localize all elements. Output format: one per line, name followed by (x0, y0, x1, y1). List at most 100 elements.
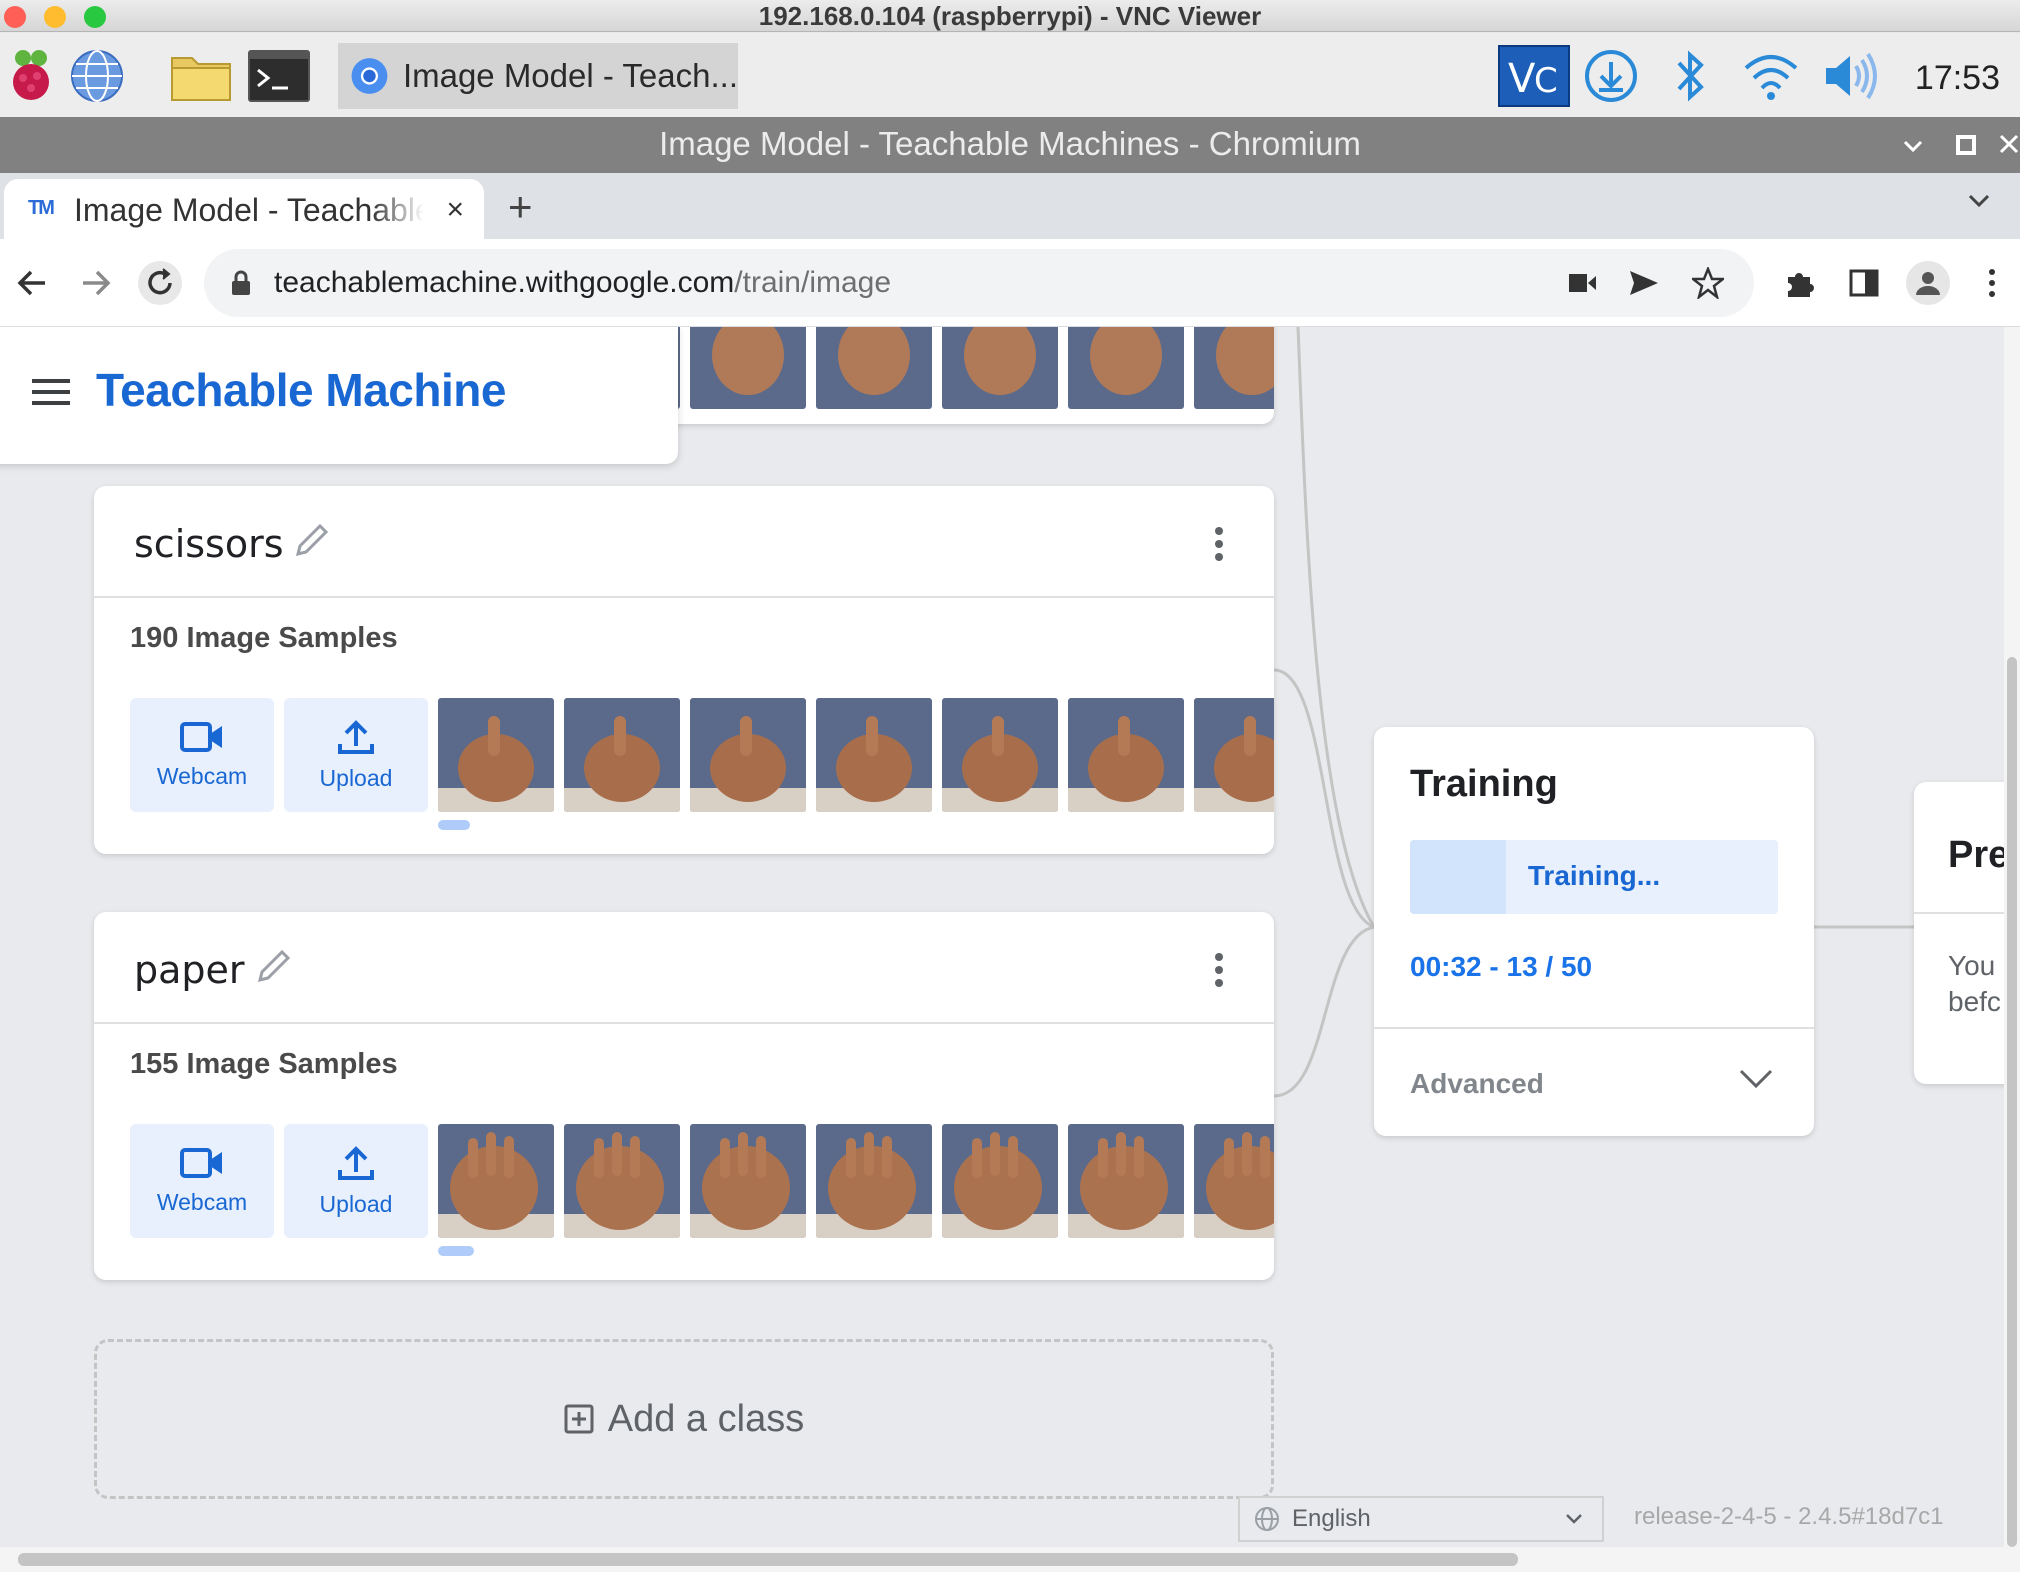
tab-close-icon[interactable]: × (446, 193, 464, 227)
language-select[interactable]: English (1238, 1496, 1604, 1542)
sample-thumbnail[interactable] (1194, 1124, 1274, 1238)
sample-thumbnail[interactable] (690, 327, 806, 409)
tab-teachable-machine[interactable]: TM Image Model - Teachable Machines × (4, 179, 484, 241)
svg-text:C: C (1534, 61, 1558, 100)
sample-thumbnail[interactable] (438, 1124, 554, 1238)
upload-button[interactable]: Upload (284, 698, 428, 812)
edit-pencil-icon[interactable] (254, 946, 294, 986)
upload-button[interactable]: Upload (284, 1124, 428, 1238)
sample-thumbnail[interactable] (690, 1124, 806, 1238)
sample-thumbnails (438, 1124, 1274, 1238)
url-text: teachablemachine.withgoogle.com/train/im… (274, 266, 891, 300)
wifi-icon[interactable] (1740, 45, 1802, 107)
back-icon[interactable] (10, 261, 54, 305)
class-name[interactable]: scissors (134, 522, 284, 566)
new-tab-button[interactable]: + (508, 183, 533, 231)
taskbar-task-label: Image Model - Teach... (402, 57, 738, 94)
divider (1374, 1027, 1814, 1029)
app-title[interactable]: Teachable Machine (96, 363, 506, 417)
profile-avatar-icon[interactable] (1906, 261, 1950, 305)
app-header: Teachable Machine (0, 327, 678, 464)
upload-label: Upload (319, 765, 393, 791)
preview-title: Pre (1948, 834, 2010, 876)
add-class-label: Add a class (607, 1397, 805, 1440)
webcam-label: Webcam (156, 763, 248, 789)
share-send-icon[interactable] (1628, 269, 1660, 297)
maximize-icon[interactable] (1956, 135, 1976, 155)
taskbar-chromium-task[interactable]: Image Model - Teach... (338, 43, 738, 109)
reload-icon[interactable] (138, 261, 182, 305)
vertical-scrollbar[interactable] (2004, 327, 2020, 1547)
upload-icon (338, 1146, 374, 1180)
browser-menu-icon[interactable] (1970, 261, 2014, 305)
advanced-toggle-label[interactable]: Advanced (1410, 1068, 1544, 1100)
sample-thumbnail[interactable] (1068, 327, 1184, 409)
bookmark-star-icon[interactable] (1692, 267, 1724, 299)
webcam-button[interactable]: Webcam (130, 1124, 274, 1238)
camera-in-use-icon[interactable] (1568, 271, 1598, 295)
thumbnail-scroll-indicator[interactable] (438, 1246, 474, 1256)
extensions-puzzle-icon[interactable] (1778, 261, 1822, 305)
class-name[interactable]: paper (134, 948, 245, 992)
sample-thumbnail[interactable] (816, 327, 932, 409)
class-options-more-icon[interactable] (1214, 952, 1224, 988)
close-window-icon[interactable] (1998, 133, 2020, 155)
clock: 17:53 (1914, 59, 2000, 97)
sample-thumbnail[interactable] (438, 698, 554, 812)
terminal-icon[interactable] (248, 45, 310, 107)
sample-thumbnail[interactable] (1068, 698, 1184, 812)
class-card-header: paper (94, 912, 1274, 1024)
svg-text:V: V (1508, 56, 1536, 100)
volume-icon[interactable] (1820, 45, 1882, 107)
side-panel-icon[interactable] (1842, 261, 1886, 305)
vnc-server-icon[interactable]: V C (1498, 45, 1570, 107)
thumbnail-scroll-indicator[interactable] (438, 820, 470, 830)
webcam-icon (180, 1148, 222, 1178)
address-bar[interactable]: teachablemachine.withgoogle.com/train/im… (204, 249, 1754, 317)
edit-pencil-icon[interactable] (292, 520, 332, 560)
language-label: English (1292, 1505, 1371, 1532)
file-manager-icon[interactable] (170, 45, 232, 107)
webcam-icon (180, 722, 222, 752)
class-card-header: scissors (94, 486, 1274, 598)
page-content: Teachable Machine scissors 190 Image Sam… (0, 327, 2020, 1572)
add-class-button[interactable]: Add a class (94, 1339, 1274, 1499)
download-icon[interactable] (1580, 45, 1642, 107)
class-card-scissors: scissors 190 Image Samples Webcam Upload (94, 486, 1274, 854)
tab-search-chevron-icon[interactable] (1966, 187, 1992, 213)
web-browser-icon[interactable] (66, 45, 128, 107)
tab-strip: TM Image Model - Teachable Machines × + (0, 173, 2020, 241)
forward-icon[interactable] (74, 261, 118, 305)
training-progress-button[interactable]: Training... (1410, 840, 1778, 914)
sample-thumbnail[interactable] (942, 698, 1058, 812)
sample-thumbnail[interactable] (1068, 1124, 1184, 1238)
sample-thumbnail[interactable] (1194, 327, 1274, 409)
sample-thumbnail[interactable] (942, 1124, 1058, 1238)
chevron-down-icon[interactable] (1738, 1067, 1774, 1091)
webcam-label: Webcam (156, 1189, 248, 1215)
hamburger-menu-icon[interactable] (32, 377, 70, 407)
bluetooth-icon[interactable] (1660, 45, 1722, 107)
browser-toolbar: teachablemachine.withgoogle.com/train/im… (0, 239, 2020, 327)
sample-thumbnail[interactable] (816, 1124, 932, 1238)
chromium-icon (351, 58, 388, 94)
horizontal-scrollbar[interactable] (0, 1547, 2020, 1572)
raspberry-menu-icon[interactable] (0, 45, 62, 107)
sample-thumbnail[interactable] (564, 698, 680, 812)
release-version: release-2-4-5 - 2.4.5#18d7c1 (1634, 1503, 1944, 1530)
minimize-icon[interactable] (1902, 135, 1924, 157)
sample-thumbnail[interactable] (816, 698, 932, 812)
lock-icon (232, 270, 250, 295)
sample-thumbnail[interactable] (564, 1124, 680, 1238)
url-path: /train/image (734, 266, 892, 299)
sample-thumbnail[interactable] (942, 327, 1058, 409)
globe-icon (1255, 1507, 1279, 1531)
class-options-more-icon[interactable] (1214, 526, 1224, 562)
webcam-button[interactable]: Webcam (130, 698, 274, 812)
sample-thumbnail[interactable] (690, 698, 806, 812)
vertical-scroll-thumb[interactable] (2007, 657, 2017, 1547)
horizontal-scroll-thumb[interactable] (18, 1553, 1518, 1566)
sample-thumbnail[interactable] (1194, 698, 1274, 812)
browser-titlebar: Image Model - Teachable Machines - Chrom… (0, 117, 2020, 173)
browser-window-title: Image Model - Teachable Machines - Chrom… (659, 125, 1361, 162)
